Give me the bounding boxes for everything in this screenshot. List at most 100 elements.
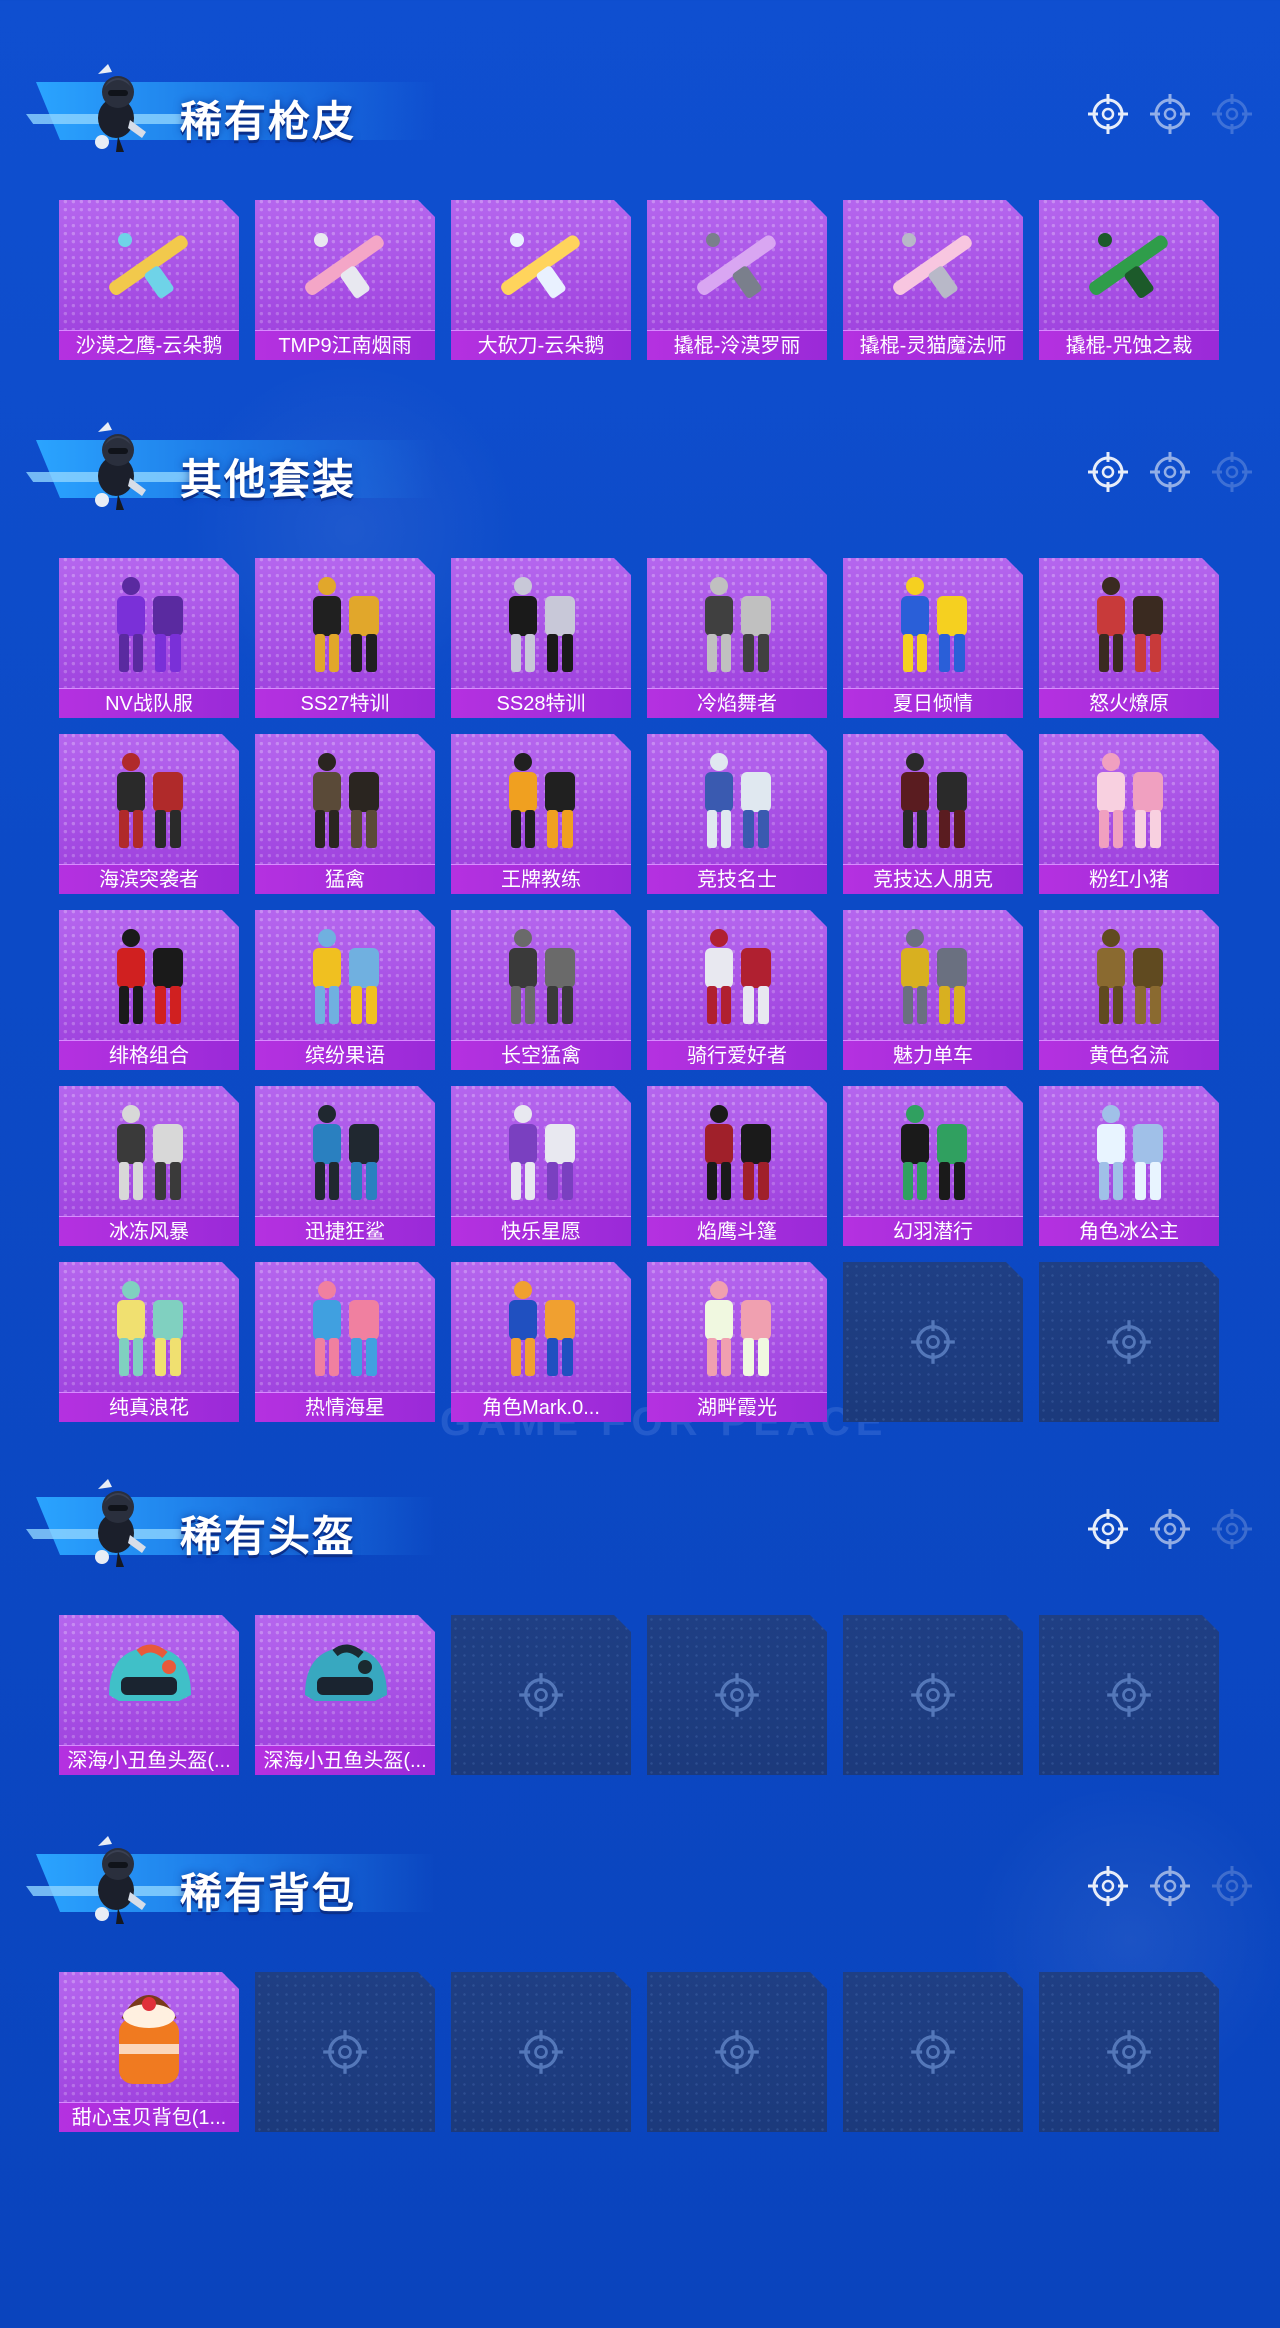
item-card[interactable]: 粉红小猪 bbox=[1039, 734, 1219, 894]
item-grid: 甜心宝贝背包(1... bbox=[59, 1972, 1219, 2132]
mascot-character-icon bbox=[95, 1479, 146, 1567]
item-card[interactable]: TMP9江南烟雨 bbox=[255, 200, 435, 360]
item-label: 纯真浪花 bbox=[59, 1392, 239, 1422]
item-image bbox=[313, 1281, 379, 1376]
item-card[interactable]: 撬棍-咒蚀之裁 bbox=[1039, 200, 1219, 360]
item-image bbox=[901, 577, 967, 672]
item-card[interactable]: 王牌教练 bbox=[451, 734, 631, 894]
empty-slot bbox=[451, 1972, 631, 2132]
item-card[interactable]: 角色冰公主 bbox=[1039, 1086, 1219, 1246]
item-label: 绯格组合 bbox=[59, 1040, 239, 1070]
item-label: 迅捷狂鲨 bbox=[255, 1216, 435, 1246]
item-card[interactable]: 长空猛禽 bbox=[451, 910, 631, 1070]
item-label: NV战队服 bbox=[59, 688, 239, 718]
item-label: 角色冰公主 bbox=[1039, 1216, 1219, 1246]
item-label: 怒火燎原 bbox=[1039, 688, 1219, 718]
item-grid: 深海小丑鱼头盔(... 深海小丑鱼头盔(... bbox=[59, 1615, 1219, 1775]
item-label: 撬棍-泠漠罗丽 bbox=[647, 330, 827, 360]
section-indicator-icons bbox=[1086, 450, 1256, 494]
item-card[interactable]: 深海小丑鱼头盔(... bbox=[59, 1615, 239, 1775]
empty-slot bbox=[647, 1615, 827, 1775]
item-label: 竞技达人朋克 bbox=[843, 864, 1023, 894]
item-image bbox=[509, 1281, 575, 1376]
item-image bbox=[117, 1105, 183, 1200]
item-card[interactable]: 骑行爱好者 bbox=[647, 910, 827, 1070]
item-card[interactable]: 大砍刀-云朵鹅 bbox=[451, 200, 631, 360]
item-image bbox=[705, 753, 771, 848]
item-card[interactable]: 深海小丑鱼头盔(... bbox=[255, 1615, 435, 1775]
item-card[interactable]: NV战队服 bbox=[59, 558, 239, 718]
item-image bbox=[705, 929, 771, 1024]
item-card[interactable]: 纯真浪花 bbox=[59, 1262, 239, 1422]
item-image bbox=[509, 929, 575, 1024]
item-card[interactable]: 黄色名流 bbox=[1039, 910, 1219, 1070]
item-image bbox=[501, 233, 580, 299]
item-card[interactable]: 夏日倾情 bbox=[843, 558, 1023, 718]
item-card[interactable]: 竞技名士 bbox=[647, 734, 827, 894]
crosshair-target-icon bbox=[911, 1320, 955, 1364]
item-label: 幻羽潜行 bbox=[843, 1216, 1023, 1246]
crosshair-target-icon bbox=[1088, 94, 1128, 134]
item-image bbox=[109, 1644, 191, 1701]
section-indicator-icons bbox=[1086, 1507, 1256, 1551]
crosshair-target-icon bbox=[1150, 1509, 1190, 1549]
item-card[interactable]: 快乐星愿 bbox=[451, 1086, 631, 1246]
section-header: 稀有背包 bbox=[26, 1830, 446, 1930]
item-card[interactable]: 沙漠之鹰-云朵鹅 bbox=[59, 200, 239, 360]
item-image bbox=[117, 577, 183, 672]
empty-slot bbox=[1039, 1262, 1219, 1422]
item-card[interactable]: SS27特训 bbox=[255, 558, 435, 718]
item-image bbox=[1097, 577, 1163, 672]
crosshair-target-icon bbox=[1150, 452, 1190, 492]
item-card[interactable]: 撬棍-泠漠罗丽 bbox=[647, 200, 827, 360]
item-label: 撬棍-灵猫魔法师 bbox=[843, 330, 1023, 360]
item-image bbox=[313, 929, 379, 1024]
item-card[interactable]: 湖畔霞光 bbox=[647, 1262, 827, 1422]
item-grid: NV战队服 SS27特训 SS28特训 冷焰舞者 夏日倾情 怒火燎原海滨突袭者 猛禽 王牌教练… bbox=[59, 558, 1219, 1422]
crosshair-target-icon bbox=[519, 1673, 563, 1717]
item-image bbox=[117, 929, 183, 1024]
item-card[interactable]: 热情海星 bbox=[255, 1262, 435, 1422]
item-label: 黄色名流 bbox=[1039, 1040, 1219, 1070]
item-card[interactable]: 角色Mark.0... bbox=[451, 1262, 631, 1422]
item-card[interactable]: 焰鹰斗篷 bbox=[647, 1086, 827, 1246]
item-label: 撬棍-咒蚀之裁 bbox=[1039, 330, 1219, 360]
item-card[interactable]: 怒火燎原 bbox=[1039, 558, 1219, 718]
item-card[interactable]: 甜心宝贝背包(1... bbox=[59, 1972, 239, 2132]
item-card[interactable]: SS28特训 bbox=[451, 558, 631, 718]
item-image bbox=[109, 233, 188, 299]
item-label: 快乐星愿 bbox=[451, 1216, 631, 1246]
item-label: 焰鹰斗篷 bbox=[647, 1216, 827, 1246]
item-label: 角色Mark.0... bbox=[451, 1392, 631, 1422]
item-image bbox=[705, 577, 771, 672]
empty-slot bbox=[1039, 1972, 1219, 2132]
crosshair-target-icon bbox=[1212, 1509, 1252, 1549]
item-label: 沙漠之鹰-云朵鹅 bbox=[59, 330, 239, 360]
item-image bbox=[119, 1995, 179, 2084]
item-card[interactable]: 绯格组合 bbox=[59, 910, 239, 1070]
item-label: 深海小丑鱼头盔(... bbox=[59, 1745, 239, 1775]
empty-slot bbox=[843, 1615, 1023, 1775]
item-label: 甜心宝贝背包(1... bbox=[59, 2102, 239, 2132]
item-card[interactable]: 冰冻风暴 bbox=[59, 1086, 239, 1246]
item-card[interactable]: 迅捷狂鲨 bbox=[255, 1086, 435, 1246]
item-card[interactable]: 猛禽 bbox=[255, 734, 435, 894]
item-label: 热情海星 bbox=[255, 1392, 435, 1422]
crosshair-target-icon bbox=[1088, 452, 1128, 492]
section-title: 稀有背包 bbox=[180, 1870, 357, 1917]
item-label: 粉红小猪 bbox=[1039, 864, 1219, 894]
section-title: 其他套装 bbox=[180, 456, 357, 503]
item-card[interactable]: 海滨突袭者 bbox=[59, 734, 239, 894]
section-indicator-icons bbox=[1086, 1864, 1256, 1908]
item-card[interactable]: 缤纷果语 bbox=[255, 910, 435, 1070]
item-image bbox=[705, 1281, 771, 1376]
crosshair-target-icon bbox=[715, 2030, 759, 2074]
item-card[interactable]: 竞技达人朋克 bbox=[843, 734, 1023, 894]
item-card[interactable]: 魅力单车 bbox=[843, 910, 1023, 1070]
section-header: 稀有头盔 bbox=[26, 1473, 446, 1573]
item-card[interactable]: 幻羽潜行 bbox=[843, 1086, 1023, 1246]
item-label: 竞技名士 bbox=[647, 864, 827, 894]
crosshair-target-icon bbox=[1150, 94, 1190, 134]
item-card[interactable]: 冷焰舞者 bbox=[647, 558, 827, 718]
item-card[interactable]: 撬棍-灵猫魔法师 bbox=[843, 200, 1023, 360]
